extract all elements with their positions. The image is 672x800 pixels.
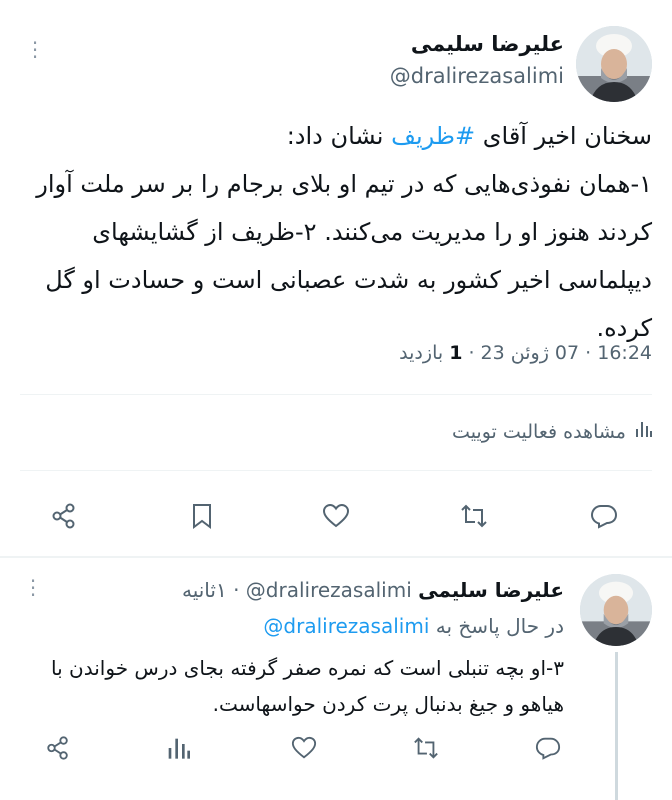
- divider: [20, 394, 652, 395]
- reply-icon: [590, 505, 618, 529]
- share-button[interactable]: [44, 496, 84, 536]
- more-options-icon[interactable]: · · ·: [26, 571, 40, 605]
- like-button[interactable]: [284, 728, 324, 768]
- reply-button[interactable]: [528, 728, 568, 768]
- like-icon: [291, 736, 317, 759]
- tweet-text-part: نشان داد: ۱-همان نفوذی‌هایی که در تیم او…: [36, 122, 652, 342]
- reply-author-name[interactable]: علیرضا سلیمی: [418, 578, 564, 602]
- mention-link[interactable]: @dralirezasalimi: [263, 614, 429, 638]
- bookmark-button[interactable]: [182, 496, 222, 536]
- bookmark-icon: [193, 504, 211, 529]
- thread-line: [615, 652, 618, 800]
- replying-to-label: در حال پاسخ به: [429, 614, 564, 638]
- section-divider: [0, 556, 672, 558]
- separator: ·: [579, 342, 598, 364]
- tweet-text: سخنان اخیر آقای #ظریف نشان داد: ۱-همان ن…: [22, 112, 652, 352]
- views-label: بازدید: [399, 342, 450, 364]
- avatar[interactable]: [576, 26, 652, 102]
- tweet-time[interactable]: 16:24: [597, 342, 652, 364]
- tweet-date[interactable]: 07 ژوئن 23: [481, 342, 580, 364]
- view-activity-label: مشاهده فعالیت توییت: [452, 420, 626, 443]
- separator: ·: [462, 342, 481, 364]
- reply-text: ۳-او بچه تنبلی است که نمره صفر گرفته بجا…: [44, 656, 564, 716]
- action-bar: [0, 496, 672, 536]
- like-button[interactable]: [316, 496, 356, 536]
- reply-action-bar: [0, 728, 672, 768]
- retweet-icon: [461, 504, 487, 528]
- replying-to: در حال پاسخ به @dralirezasalimi: [263, 614, 564, 638]
- more-options-icon[interactable]: · · ·: [28, 33, 42, 67]
- share-button[interactable]: [38, 728, 78, 768]
- reply-author-handle[interactable]: @dralirezasalimi: [246, 578, 412, 602]
- share-icon: [52, 503, 75, 529]
- separator: ·: [226, 578, 246, 602]
- author-name[interactable]: علیرضا سلیمی: [411, 32, 564, 56]
- like-icon: [322, 503, 350, 528]
- reply-button[interactable]: [584, 496, 624, 536]
- retweet-button[interactable]: [406, 728, 446, 768]
- retweet-icon: [414, 737, 438, 759]
- hashtag-link[interactable]: #ظریف: [391, 122, 475, 150]
- reply-header: علیرضا سلیمی @dralirezasalimi · ۱ثانیه: [182, 578, 564, 602]
- tweet-meta: 16:24 · 07 ژوئن 23 · 1 بازدید: [399, 342, 652, 364]
- view-activity-link[interactable]: مشاهده فعالیت توییت: [452, 420, 652, 443]
- retweet-button[interactable]: [454, 496, 494, 536]
- avatar[interactable]: [580, 574, 652, 646]
- analytics-icon: [634, 420, 652, 443]
- author-handle[interactable]: @dralirezasalimi: [390, 64, 564, 88]
- reply-icon: [535, 737, 561, 760]
- tweet-text-part: سخنان اخیر آقای: [475, 122, 652, 150]
- divider: [20, 470, 652, 471]
- views-count: 1: [449, 342, 463, 364]
- analytics-icon: [168, 738, 190, 759]
- share-icon: [47, 736, 68, 760]
- analytics-button[interactable]: [158, 728, 198, 768]
- tweet-detail-page: · · · علیرضا سلیمی @dralirezasalimi سخنان …: [0, 0, 672, 800]
- reply-time[interactable]: ۱ثانیه: [182, 578, 227, 602]
